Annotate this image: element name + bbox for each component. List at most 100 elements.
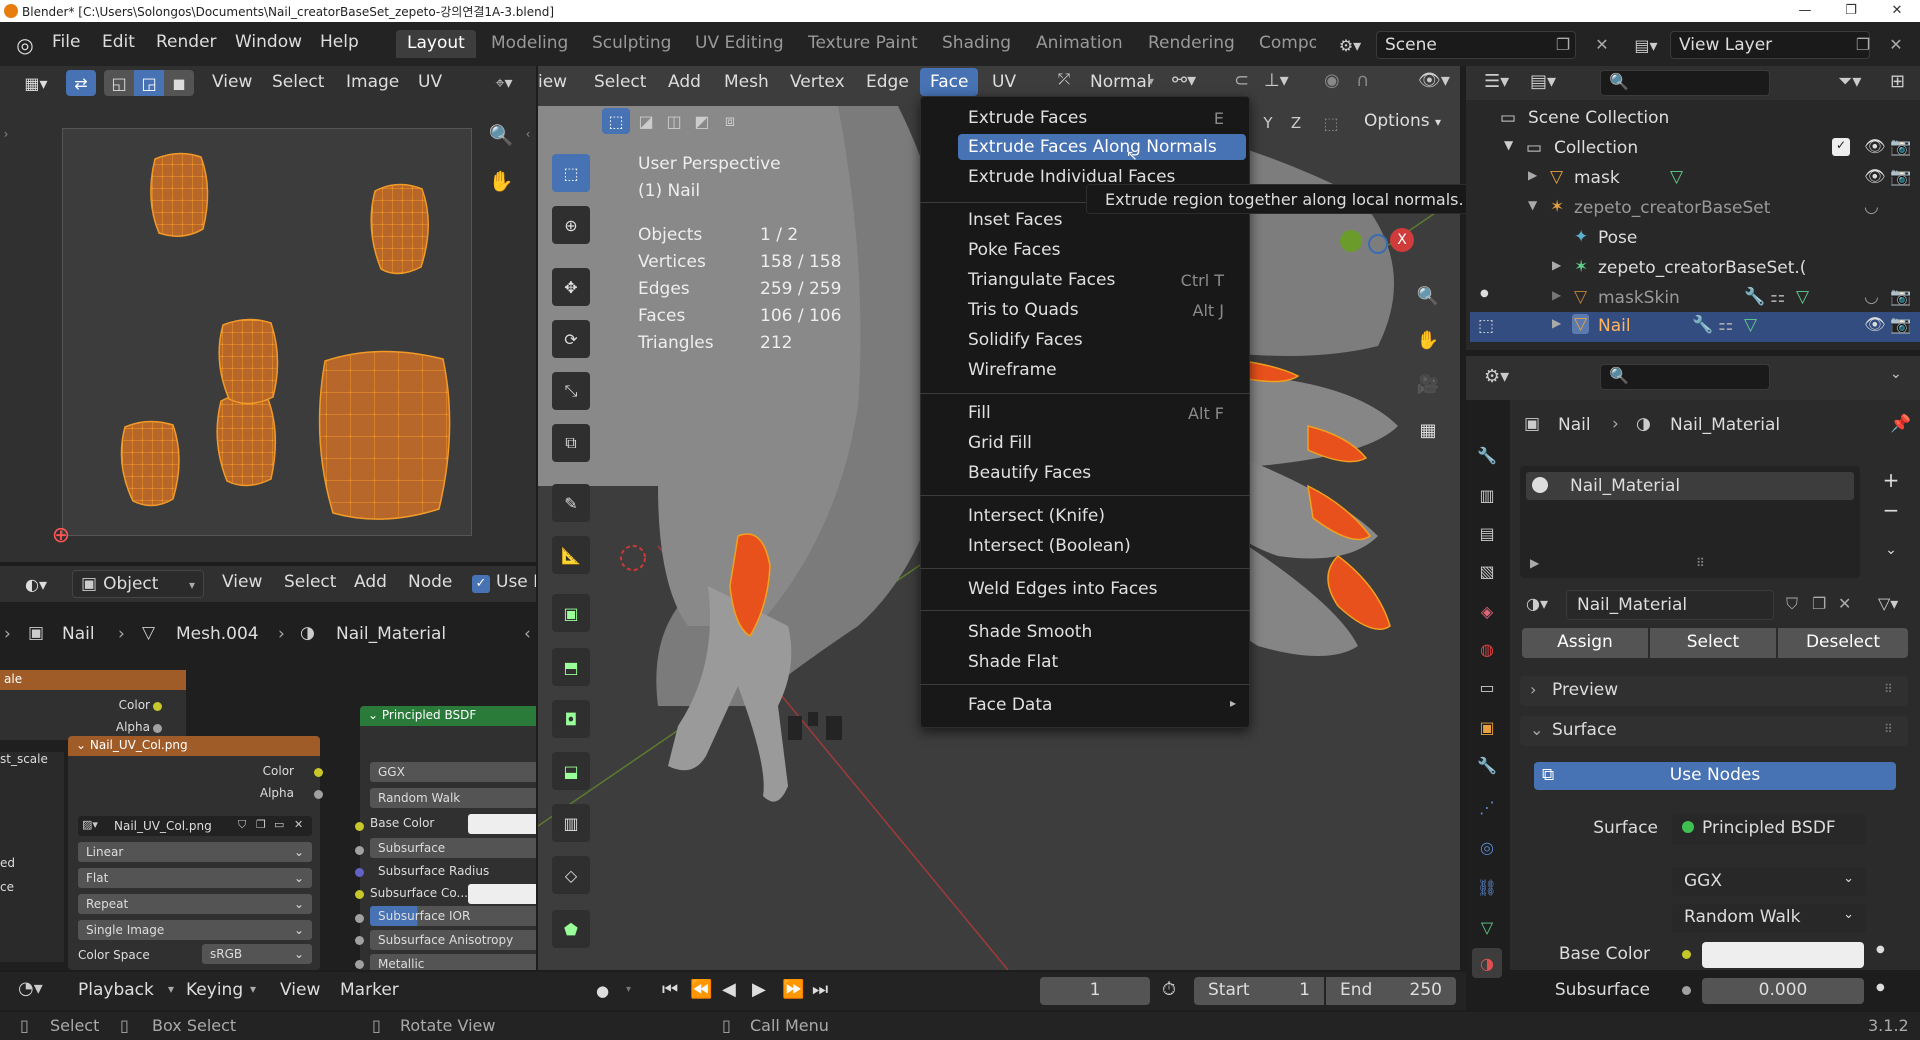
keyframe-dot-icon[interactable]: ● (1876, 944, 1885, 955)
edge-select-icon[interactable]: ◲ (134, 70, 164, 96)
resize-grip-icon[interactable]: ⠿ (1696, 556, 1705, 570)
duplicate-image-icon[interactable]: ❐ (256, 818, 266, 831)
node-sidebar-expand-icon[interactable]: ‹ (524, 624, 531, 644)
color-space-dropdown[interactable]: sRGB ⌄ (202, 944, 312, 964)
frame-end-field[interactable]: End 250 (1326, 977, 1456, 1005)
uv-sidebar-expand-icon[interactable]: ‹ (522, 124, 534, 144)
select-extend-icon[interactable]: ◪ (632, 108, 660, 134)
frame-start-field[interactable]: Start 1 (1194, 977, 1324, 1005)
menu-item-shade-smooth[interactable]: Shade Smooth (968, 618, 1246, 646)
bsdf-subsurface-radius-socket[interactable] (355, 868, 364, 877)
uv-menu-uv[interactable]: UV (418, 72, 442, 92)
menu-item-triangulate-faces[interactable]: Triangulate Faces Ctrl T (968, 266, 1246, 294)
outliner-row[interactable]: ▭ Scene Collection (1470, 104, 1920, 134)
unlink-image-icon[interactable]: ✕ (294, 818, 303, 831)
properties-options-icon[interactable]: ⌄ (1890, 366, 1902, 382)
select-invert-icon[interactable]: ◩ (688, 108, 716, 134)
expand-arrow-icon[interactable]: ▼ (1528, 198, 1537, 212)
preview-panel-header[interactable]: › Preview ⠿ (1520, 676, 1908, 706)
camera-view-icon[interactable]: 🎥 (1412, 368, 1444, 400)
bsdf-subsurface-anisotropy-field[interactable]: Subsurface Anisotropy (370, 930, 536, 950)
new-collection-icon[interactable]: ⊞ (1890, 71, 1905, 92)
transform-tool-icon[interactable]: ⧉ (552, 424, 590, 462)
output-tab-icon[interactable]: ▤ (1472, 518, 1502, 548)
filter-icon[interactable]: ⏷▾ (1838, 71, 1861, 92)
properties-editor-type-icon[interactable]: ⚙▾ (1484, 366, 1509, 387)
select-subtract-icon[interactable]: ◫ (660, 108, 688, 134)
knife-tool-icon[interactable]: ◇ (552, 856, 590, 894)
blender-menu-icon[interactable]: ◎ (12, 32, 38, 58)
z-axis-gizmo[interactable] (1368, 234, 1388, 254)
unlink-material-icon[interactable]: ✕ (1838, 594, 1851, 613)
node-menu-view[interactable]: View (222, 572, 262, 592)
visibility-icon[interactable]: 👁▾ (1418, 70, 1450, 91)
outliner-row[interactable]: ▶ ▽ mask ▽ 👁 📷 (1470, 164, 1920, 194)
fake-user-icon[interactable]: ⛉ (238, 818, 246, 832)
proportional-falloff-icon[interactable]: ∩ (1356, 70, 1369, 91)
view-layer-tab-icon[interactable]: ▧ (1472, 556, 1502, 586)
alpha-output-socket[interactable] (153, 724, 162, 733)
viewport-menu-select[interactable]: Select (594, 72, 646, 92)
navigation-gizmo[interactable]: X (1340, 220, 1414, 280)
node-editor-type-icon[interactable]: ◐▾ (16, 571, 56, 597)
menu-edit[interactable]: Edit (102, 32, 135, 52)
axis-z-toggle[interactable]: Z (1284, 110, 1308, 136)
physics-tab-icon[interactable]: ◎ (1472, 832, 1502, 862)
uv-menu-view[interactable]: View (212, 72, 252, 92)
bsdf-distribution-dropdown[interactable]: GGX (370, 762, 536, 782)
viewport-menu-face[interactable]: Face (920, 68, 979, 96)
proportional-edit-icon[interactable]: ◉ (1324, 70, 1340, 91)
scale-tool-icon[interactable]: ⤡ (552, 372, 590, 410)
uv-canvas[interactable] (62, 128, 472, 536)
object-tab-icon[interactable]: ▣ (1472, 712, 1502, 742)
material-slot-row[interactable]: Nail_Material (1526, 472, 1854, 500)
add-cube-tool-icon[interactable]: ▣ (552, 594, 590, 632)
menu-item-shade-flat[interactable]: Shade Flat (968, 648, 1246, 676)
auto-keying-icon[interactable]: ● (596, 982, 609, 1000)
menu-item-wireframe[interactable]: Wireframe (968, 356, 1246, 384)
snap-icon[interactable]: ⊂ (1234, 70, 1249, 91)
bsdf-metallic-field[interactable]: Metallic (370, 954, 536, 970)
fake-user-icon[interactable]: ⛉ (1786, 594, 1798, 614)
menu-item-weld-edges-into-faces[interactable]: Weld Edges into Faces (968, 575, 1246, 603)
modifier-tab-icon[interactable]: 🔧 (1472, 750, 1502, 780)
viewport-menu-edge[interactable]: Edge (866, 72, 909, 92)
pan-hand-icon[interactable]: ✋ (1412, 324, 1444, 356)
pin-icon[interactable]: 📌 (1890, 414, 1911, 434)
outliner-row[interactable]: ✦ Pose (1470, 224, 1920, 254)
expand-arrow-icon[interactable]: ▶ (1552, 258, 1561, 272)
material-tab-icon[interactable]: ◑ (1472, 948, 1502, 978)
view-layer-icon[interactable]: ▤▾ (1626, 32, 1666, 58)
tab-shading[interactable]: Shading (931, 30, 1022, 58)
material-specials-icon[interactable]: ⌄ (1876, 536, 1906, 564)
inset-tool-icon[interactable]: ◘ (552, 700, 590, 738)
timeline-menu-marker[interactable]: Marker (340, 980, 399, 1000)
render-camera-icon[interactable]: 📷 (1890, 167, 1911, 187)
close-window-button[interactable]: ✕ (1874, 0, 1920, 22)
uv-pan-hand-icon[interactable]: ✋ (484, 164, 518, 198)
bsdf-metallic-socket[interactable] (355, 960, 364, 969)
viewport-menu-mesh[interactable]: Mesh (724, 72, 769, 92)
play-reverse-icon[interactable]: ◀ (722, 979, 736, 1000)
jump-keyframe-back-icon[interactable]: ⏪ (690, 979, 712, 1000)
tab-modeling[interactable]: Modeling (480, 30, 579, 58)
menu-item-extrude-faces-along-normals[interactable]: Extrude Faces Along Normals (968, 133, 1246, 161)
expand-arrow-icon[interactable]: ▶ (1528, 168, 1537, 182)
render-camera-icon[interactable]: 📷 (1890, 137, 1911, 157)
bsdf-subsurface-radius-label[interactable]: Subsurface Radius (378, 864, 489, 878)
bsdf-subsurface-field[interactable]: Subsurface (370, 838, 536, 858)
remove-material-slot-icon[interactable]: − (1876, 496, 1906, 524)
render-camera-icon[interactable]: 📷 (1890, 315, 1911, 335)
view-layer-field[interactable]: View Layer (1670, 31, 1870, 59)
delete-view-layer-icon[interactable]: ✕ (1886, 32, 1906, 56)
vertex-select-icon[interactable]: ◱ (104, 70, 134, 96)
maximize-button[interactable]: ❐ (1828, 0, 1874, 22)
color-output-socket[interactable] (153, 702, 162, 711)
edit-mode-icon[interactable]: ⬚ (1478, 316, 1494, 336)
scene-tab-icon[interactable]: ◈ (1472, 596, 1502, 626)
snap-target-icon[interactable]: ⊥▾ (1264, 70, 1289, 91)
timeline-editor-type-icon[interactable]: ◔▾ (18, 978, 43, 999)
loop-cut-tool-icon[interactable]: ▥ (552, 804, 590, 842)
uv-zoom-icon[interactable]: 🔍 (484, 118, 518, 152)
bsdf-base-color-socket[interactable] (355, 822, 364, 831)
